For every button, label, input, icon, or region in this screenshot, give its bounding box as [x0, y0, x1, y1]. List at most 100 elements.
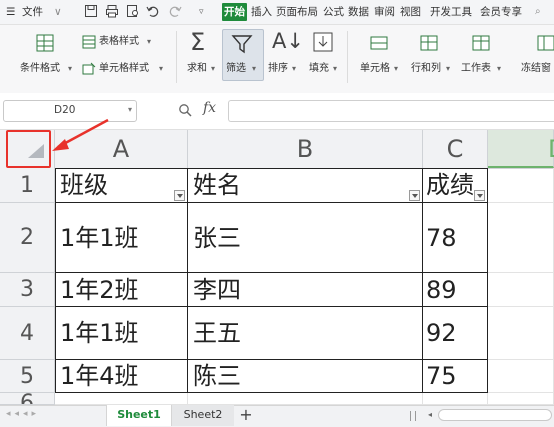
cell-b6[interactable] — [188, 393, 423, 405]
chevron-down-icon[interactable]: ▾ — [159, 62, 163, 76]
cell-a1[interactable]: 班级 — [55, 168, 188, 203]
tab-view[interactable]: 视图 — [400, 3, 421, 21]
sort-icon[interactable]: A↓ — [272, 29, 304, 53]
cell-d2[interactable] — [488, 203, 554, 273]
cell-d5[interactable] — [488, 360, 554, 393]
chevron-down-icon[interactable]: ▾ — [147, 35, 151, 49]
cell-d3[interactable] — [488, 273, 554, 307]
tab-review[interactable]: 审阅 — [374, 3, 395, 21]
zoom-icon[interactable] — [178, 103, 192, 117]
row-header-4[interactable]: 4 — [0, 307, 55, 360]
cell-d4[interactable] — [488, 307, 554, 360]
chevron-down-icon[interactable]: ▾ — [497, 62, 501, 76]
cell-b5[interactable]: 陈三 — [188, 360, 423, 393]
scroll-splitter-icon[interactable] — [410, 411, 416, 421]
save-icon[interactable] — [84, 4, 98, 18]
sheet-nav-arrows-icon[interactable]: ◂◂◂▸ — [6, 409, 40, 419]
cell-style-button[interactable]: 单元格样式 — [99, 62, 149, 76]
row-column-icon[interactable] — [418, 33, 440, 53]
cell-a6[interactable] — [55, 393, 188, 405]
filter-icon[interactable] — [231, 33, 253, 55]
chevron-down-icon[interactable]: ▾ — [394, 62, 398, 76]
freeze-panes-icon[interactable] — [536, 33, 554, 53]
sum-button[interactable]: 求和 — [187, 62, 207, 76]
chevron-down-icon[interactable]: ▾ — [446, 62, 450, 76]
cell-a3[interactable]: 1年2班 — [55, 273, 188, 307]
cell-c2[interactable]: 78 — [423, 203, 488, 273]
cell-c3[interactable]: 89 — [423, 273, 488, 307]
chevron-down-icon[interactable]: ▾ — [252, 62, 256, 76]
sheet-tab-sheet2[interactable]: Sheet2 — [172, 405, 234, 426]
row-header-1[interactable]: 1 — [0, 168, 55, 203]
tab-data[interactable]: 数据 — [348, 3, 369, 21]
row-header-6[interactable]: 6 — [0, 393, 55, 405]
cell-c4[interactable]: 92 — [423, 307, 488, 360]
filter-dropdown-icon[interactable] — [174, 190, 185, 201]
chevron-down-icon[interactable]: ▾ — [211, 62, 215, 76]
table-style-button[interactable]: 表格样式 — [99, 35, 139, 49]
worksheet-button[interactable]: 工作表 — [461, 62, 491, 76]
chevron-down-icon[interactable]: ▾ — [128, 105, 132, 114]
print-icon[interactable] — [105, 4, 119, 18]
filter-dropdown-icon[interactable] — [474, 190, 485, 201]
row-header-3[interactable]: 3 — [0, 273, 55, 307]
cell-c6[interactable] — [423, 393, 488, 405]
chevron-down-icon[interactable]: ▾ — [68, 62, 72, 76]
sort-button[interactable]: 排序 — [268, 62, 288, 76]
print-preview-icon[interactable] — [126, 4, 140, 18]
fx-icon[interactable]: fx — [203, 100, 216, 116]
row-header-5[interactable]: 5 — [0, 360, 55, 393]
conditional-format-button[interactable]: 条件格式 — [20, 62, 60, 76]
cell-a5[interactable]: 1年4班 — [55, 360, 188, 393]
tab-page-layout[interactable]: 页面布局 — [276, 3, 318, 21]
column-header-d[interactable]: D — [488, 130, 554, 168]
tab-formulas[interactable]: 公式 — [323, 3, 344, 21]
chevron-down-icon[interactable]: ▾ — [333, 62, 337, 76]
ribbon-divider — [347, 31, 348, 83]
fill-icon[interactable] — [312, 31, 334, 53]
filter-dropdown-icon[interactable] — [409, 190, 420, 201]
tab-home[interactable]: 开始 — [222, 3, 247, 21]
cell-b1[interactable]: 姓名 — [188, 168, 423, 203]
redo-icon[interactable] — [168, 4, 182, 18]
cell-a2[interactable]: 1年1班 — [55, 203, 188, 273]
cell-d6[interactable] — [488, 393, 554, 405]
fill-button[interactable]: 填充 — [309, 62, 329, 76]
table-style-icon[interactable] — [82, 35, 96, 49]
add-sheet-icon[interactable]: + — [236, 405, 256, 426]
sheet-tab-sheet1[interactable]: Sheet1 — [106, 405, 172, 426]
cell-icon[interactable] — [368, 33, 390, 53]
cell-c5[interactable]: 75 — [423, 360, 488, 393]
column-header-b[interactable]: B — [188, 130, 423, 168]
search-icon[interactable]: ⌕ — [535, 3, 541, 21]
row-column-button[interactable]: 行和列 — [411, 62, 441, 76]
quick-access-dropdown-icon[interactable]: ▿ — [199, 3, 204, 21]
menu-bar: ☰ 文件 ∨ ▿ 开始 插入 页面布局 公式 数据 审阅 视图 开发工具 会员专… — [0, 0, 554, 25]
freeze-panes-button[interactable]: 冻结窗 — [521, 62, 551, 76]
hamburger-icon[interactable]: ☰ — [6, 3, 15, 21]
scroll-left-icon[interactable]: ◂ — [424, 409, 436, 421]
cell-d1[interactable] — [488, 168, 554, 203]
sum-icon[interactable]: Σ — [190, 28, 205, 56]
worksheet-icon[interactable] — [470, 33, 492, 53]
cell-b3[interactable]: 李四 — [188, 273, 423, 307]
tab-member[interactable]: 会员专享 — [480, 3, 522, 21]
row-header-2[interactable]: 2 — [0, 203, 55, 273]
cell-reference: D20 — [54, 104, 76, 116]
tab-developer[interactable]: 开发工具 — [430, 3, 472, 21]
chevron-down-icon[interactable]: ▾ — [292, 62, 296, 76]
file-menu[interactable]: 文件 — [22, 3, 43, 21]
cell-style-icon[interactable] — [82, 62, 96, 76]
horizontal-scrollbar[interactable] — [438, 409, 552, 421]
cell-a4[interactable]: 1年1班 — [55, 307, 188, 360]
cell-b2[interactable]: 张三 — [188, 203, 423, 273]
cell-button[interactable]: 单元格 — [360, 62, 390, 76]
formula-input[interactable] — [228, 100, 554, 122]
column-header-a[interactable]: A — [55, 130, 188, 168]
undo-icon[interactable] — [146, 4, 160, 18]
tab-insert[interactable]: 插入 — [251, 3, 272, 21]
column-header-c[interactable]: C — [423, 130, 488, 168]
chevron-down-icon[interactable]: ∨ — [54, 3, 62, 21]
cell-b4[interactable]: 王五 — [188, 307, 423, 360]
conditional-format-icon[interactable] — [35, 33, 55, 53]
